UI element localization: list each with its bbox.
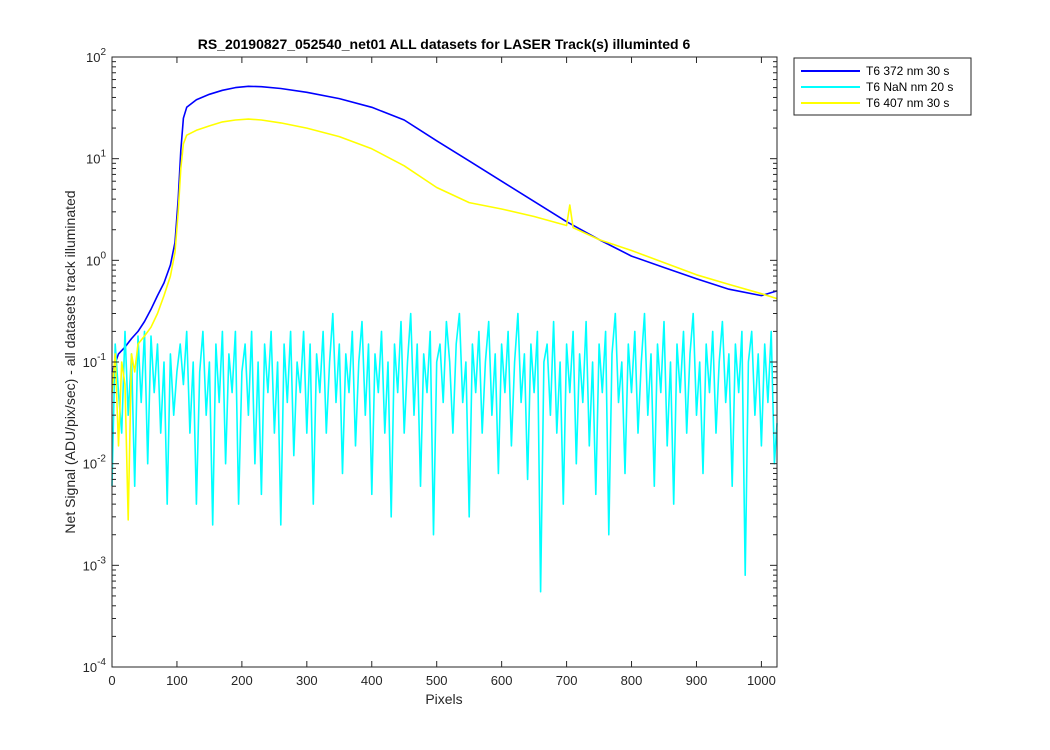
y-axis-label: Net Signal (ADU/pix/sec) - all datasets … [62,190,78,533]
legend-label-3: T6 407 nm 30 s [866,96,949,110]
x-tick-label: 100 [166,673,188,688]
x-tick-label: 1000 [747,673,776,688]
legend-label-2: T6 NaN nm 20 s [866,80,953,94]
x-tick-label: 400 [361,673,383,688]
x-tick-label: 600 [491,673,513,688]
x-tick-label: 200 [231,673,253,688]
x-tick-label: 800 [621,673,643,688]
x-tick-label: 0 [108,673,115,688]
x-tick-label: 500 [426,673,448,688]
x-axis-label: Pixels [425,691,462,707]
plot-area: 0 100 200 300 400 500 600 700 800 900 1000 10-410-… [83,47,778,688]
legend: T6 372 nm 30 s T6 NaN nm 20 s T6 407 nm 30… [793,57,972,116]
x-tick-label: 300 [296,673,318,688]
chart-figure: RS_20190827_052540_net01 ALL datasets fo… [0,0,1050,750]
chart-title: RS_20190827_052540_net01 ALL datasets fo… [198,36,691,52]
x-tick-label: 700 [556,673,578,688]
x-tick-label: 900 [686,673,708,688]
legend-label-1: T6 372 nm 30 s [866,64,949,78]
